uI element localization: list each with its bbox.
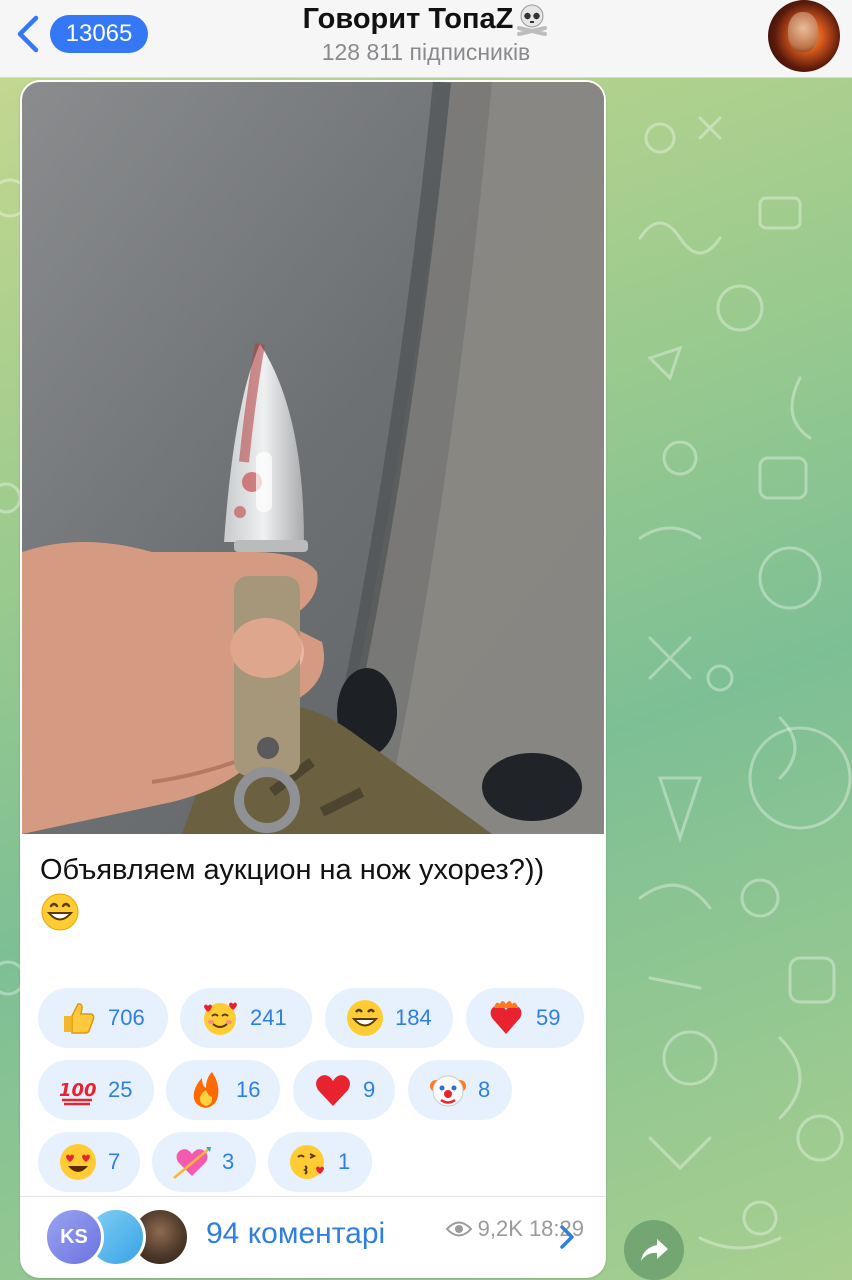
reaction-count: 184 — [395, 1005, 432, 1030]
reaction-count: 25 — [108, 1077, 133, 1102]
commenter-initials: KS — [60, 1225, 88, 1248]
reaction-heart-on-fire[interactable]: 59 — [466, 988, 584, 1048]
comments-button[interactable]: KS 94 коментарі — [20, 1197, 606, 1278]
reaction-count: 1 — [338, 1149, 351, 1174]
unread-count-badge: 13065 — [50, 15, 148, 53]
share-arrow-icon — [641, 1239, 668, 1261]
fire-icon — [193, 1072, 219, 1108]
message-bubble: Объявляем аукцион на нож ухорез?)) 706 2… — [20, 80, 606, 1278]
reaction-heart-eyes[interactable]: 7 — [38, 1132, 140, 1192]
smiling-face-with-hearts-icon — [204, 1002, 237, 1035]
channel-title: Говорит ТопаZ — [303, 2, 550, 36]
channel-title-text: Говорит ТопаZ — [302, 2, 514, 35]
avatar-face — [788, 12, 818, 52]
thumbs-up-icon — [64, 1003, 95, 1034]
reaction-count: 16 — [236, 1077, 261, 1102]
reaction-count: 59 — [536, 1005, 561, 1030]
reaction-count: 8 — [478, 1077, 491, 1102]
clown-face-icon — [430, 1075, 466, 1107]
message-caption: Объявляем аукцион на нож ухорез?)) — [40, 850, 580, 932]
reaction-count: 241 — [250, 1005, 287, 1030]
commenter-avatar: KS — [44, 1207, 104, 1267]
reaction-smiling-face-with-hearts[interactable]: 241 — [180, 988, 312, 1048]
grinning-face-icon — [347, 1000, 383, 1036]
message-photo[interactable] — [22, 82, 604, 834]
comments-count-label: 94 коментарі — [206, 1217, 386, 1250]
back-button[interactable]: 13065 — [12, 12, 148, 56]
share-button[interactable] — [624, 1220, 684, 1280]
heart-eyes-icon — [60, 1144, 96, 1180]
heart-on-fire-icon — [490, 1001, 522, 1034]
channel-info[interactable]: Говорит ТопаZ 128 811 підписників — [200, 2, 652, 66]
chevron-left-icon — [17, 15, 39, 53]
reaction-count: 3 — [222, 1149, 235, 1174]
subscriber-count: 128 811 підписників — [321, 39, 531, 65]
reaction-hundred-points[interactable]: 100 25 — [38, 1060, 154, 1120]
red-heart-icon — [316, 1075, 350, 1106]
reaction-count: 706 — [108, 1005, 145, 1030]
reaction-fire[interactable]: 16 — [166, 1060, 280, 1120]
reaction-count: 9 — [363, 1077, 376, 1102]
reaction-thumbs-up[interactable]: 706 — [38, 988, 168, 1048]
chevron-right-icon — [560, 1225, 574, 1249]
hundred-points-icon: 100 — [59, 1080, 97, 1106]
reaction-grinning-face[interactable]: 184 — [325, 988, 453, 1048]
channel-avatar[interactable] — [768, 0, 840, 72]
svg-text:100: 100 — [59, 1080, 97, 1101]
caption-text: Объявляем аукцион на нож ухорез?)) — [40, 854, 545, 886]
reaction-face-blowing-kiss[interactable]: 1 — [268, 1132, 372, 1192]
chat-header: 13065 Говорит ТопаZ 128 811 підписників — [0, 0, 852, 78]
heart-with-arrow-icon — [173, 1147, 211, 1179]
face-blowing-kiss-icon — [290, 1145, 324, 1179]
skull-crossbones-icon — [517, 4, 548, 36]
grinning-face-icon — [41, 893, 79, 931]
reaction-clown-face[interactable]: 8 — [408, 1060, 512, 1120]
reaction-red-heart[interactable]: 9 — [293, 1060, 395, 1120]
reaction-heart-with-arrow[interactable]: 3 — [152, 1132, 256, 1192]
reaction-count: 7 — [108, 1149, 121, 1174]
